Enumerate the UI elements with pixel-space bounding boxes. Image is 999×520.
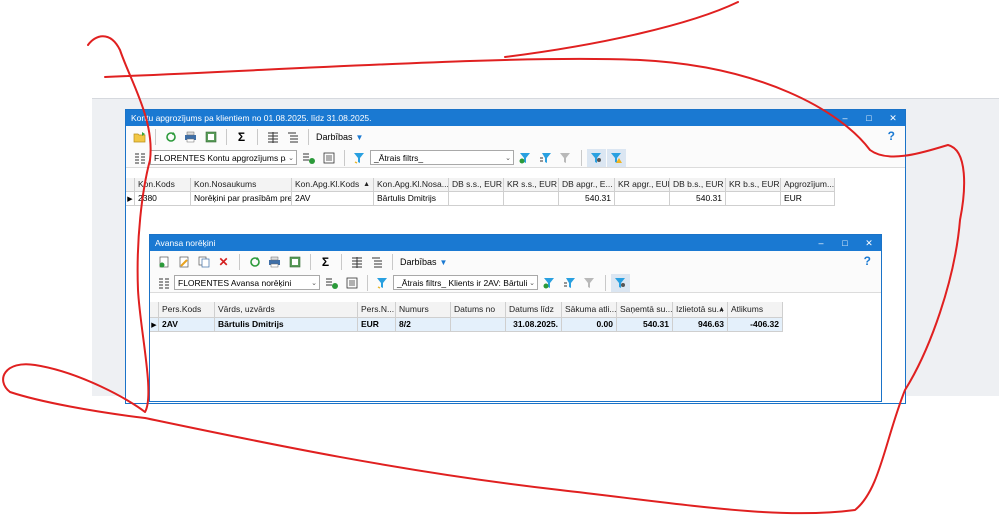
print-icon[interactable] <box>181 128 200 146</box>
open-folder-icon[interactable] <box>130 128 149 146</box>
minimize-icon[interactable]: – <box>833 110 857 126</box>
help-icon[interactable]: ? <box>864 254 871 268</box>
filter-bar: FLORENTES Avansa norēķini ⌄ _Ātrais filt… <box>150 273 881 293</box>
column-header[interactable]: DB apgr., E... <box>559 178 615 192</box>
quick-filter-select[interactable]: _Ātrais filtrs_ ⌄ <box>370 150 514 165</box>
toolbar: Σ Darbības ▼ ? <box>126 126 905 148</box>
actions-menu[interactable]: Darbības ▼ <box>316 132 363 142</box>
refresh-icon[interactable] <box>245 253 264 271</box>
export-icon[interactable] <box>285 253 304 271</box>
add-report-icon[interactable] <box>299 149 318 167</box>
turnover-grid: Kon.Kods Kon.Nosaukums Kon.Apg.Kl.Kods ▲ … <box>126 178 835 206</box>
row-pointer-icon: ▶ <box>150 318 159 332</box>
maximize-icon[interactable]: □ <box>857 110 881 126</box>
delete-icon[interactable]: ✕ <box>214 253 233 271</box>
list-settings-icon[interactable] <box>154 274 173 292</box>
add-record-icon[interactable] <box>154 253 173 271</box>
column-header[interactable]: Apgrozījum... <box>781 178 835 192</box>
clear-filter-icon[interactable] <box>580 274 599 292</box>
filter-settings-icon[interactable] <box>560 274 579 292</box>
sort-ascending-icon: ▲ <box>363 181 370 188</box>
close-icon[interactable]: ✕ <box>881 110 905 126</box>
add-report-icon[interactable] <box>322 274 341 292</box>
column-header[interactable]: KR s.s., EUR <box>504 178 559 192</box>
column-header[interactable]: Kon.Apg.Kl.Kods ▲ <box>292 178 374 192</box>
column-header[interactable]: Datums no <box>451 302 506 318</box>
grid-header: Kon.Kods Kon.Nosaukums Kon.Apg.Kl.Kods ▲ … <box>126 178 835 192</box>
column-header[interactable]: Kon.Apg.Kl.Nosa... <box>374 178 449 192</box>
column-header[interactable]: Izlietotā su... ▲ <box>673 302 728 318</box>
advance-grid: Pers.Kods Vārds, uzvārds Pers.N... Numur… <box>150 302 783 332</box>
report-select[interactable]: FLORENTES Avansa norēķini ⌄ <box>174 275 320 290</box>
column-header[interactable]: Sākuma atli... <box>562 302 617 318</box>
column-header[interactable]: Saņemtā su... <box>617 302 673 318</box>
title-bar[interactable]: Kontu apgrozījums pa klientiem no 01.08.… <box>126 110 905 126</box>
add-filter-icon[interactable] <box>516 149 535 167</box>
print-icon[interactable] <box>265 253 284 271</box>
column-header[interactable]: Kon.Kods <box>135 178 191 192</box>
actions-menu[interactable]: Darbības ▼ <box>400 257 447 267</box>
clear-filter-icon[interactable] <box>556 149 575 167</box>
column-header[interactable]: Kon.Nosaukums <box>191 178 292 192</box>
copy-record-icon[interactable] <box>194 253 213 271</box>
column-header[interactable]: Datums līdz <box>506 302 562 318</box>
column-header[interactable]: DB s.s., EUR <box>449 178 504 192</box>
sum-icon[interactable]: Σ <box>232 128 251 146</box>
chevron-down-icon: ▼ <box>355 132 364 142</box>
list-settings-icon[interactable] <box>130 149 149 167</box>
column-header[interactable]: Numurs <box>396 302 451 318</box>
maximize-icon[interactable]: □ <box>833 235 857 251</box>
chevron-down-icon: ▼ <box>439 257 448 267</box>
filter-icon[interactable] <box>350 149 369 167</box>
column-header[interactable]: Pers.Kods <box>159 302 215 318</box>
table-row[interactable]: ▶ 2AV Bārtulis Dmitrijs EUR 8/2 31.08.20… <box>150 318 783 332</box>
chevron-down-icon: ⌄ <box>286 151 296 164</box>
refresh-icon[interactable] <box>161 128 180 146</box>
add-filter-icon[interactable] <box>540 274 559 292</box>
column-header[interactable]: Atlikums <box>728 302 783 318</box>
columns-icon[interactable] <box>347 253 366 271</box>
filter-settings-icon[interactable] <box>536 149 555 167</box>
row-pointer-icon: ▶ <box>126 192 135 206</box>
report-list-icon[interactable] <box>342 274 361 292</box>
column-header[interactable]: KR b.s., EUR <box>726 178 781 192</box>
user-filter-icon[interactable] <box>611 273 630 292</box>
sort-ascending-icon: ▲ <box>718 306 725 313</box>
window-title: Avansa norēķini <box>155 238 216 248</box>
title-bar[interactable]: Avansa norēķini – □ ✕ <box>150 235 881 251</box>
minimize-icon[interactable]: – <box>809 235 833 251</box>
tree-icon[interactable] <box>367 253 386 271</box>
help-icon[interactable]: ? <box>888 129 895 143</box>
chevron-down-icon: ⌄ <box>503 151 513 164</box>
sum-icon[interactable]: Σ <box>316 253 335 271</box>
window-title: Kontu apgrozījums pa klientiem no 01.08.… <box>131 113 372 123</box>
user-filter-icon[interactable] <box>587 148 606 167</box>
columns-icon[interactable] <box>263 128 282 146</box>
column-header[interactable]: Pers.N... <box>358 302 396 318</box>
warning-filter-icon[interactable] <box>607 148 626 167</box>
chevron-down-icon: ⌄ <box>527 276 537 289</box>
column-header[interactable]: KR apgr., EUR <box>615 178 670 192</box>
column-header[interactable]: DB b.s., EUR <box>670 178 726 192</box>
edit-record-icon[interactable] <box>174 253 193 271</box>
chevron-down-icon: ⌄ <box>309 276 319 289</box>
report-select[interactable]: FLORENTES Kontu apgrozījums pa kl ⌄ <box>150 150 297 165</box>
close-icon[interactable]: ✕ <box>857 235 881 251</box>
advance-settlements-window: Avansa norēķini – □ ✕ ✕ Σ Darbības ▼ ? F… <box>149 234 882 402</box>
quick-filter-select[interactable]: _Ātrais filtrs_ Klients ir 2AV: Bārtulis… <box>393 275 538 290</box>
column-header[interactable]: Vārds, uzvārds <box>215 302 358 318</box>
tree-icon[interactable] <box>283 128 302 146</box>
export-icon[interactable] <box>201 128 220 146</box>
grid-header: Pers.Kods Vārds, uzvārds Pers.N... Numur… <box>150 302 783 318</box>
filter-icon[interactable] <box>373 274 392 292</box>
toolbar: ✕ Σ Darbības ▼ ? <box>150 251 881 273</box>
filter-bar: FLORENTES Kontu apgrozījums pa kl ⌄ _Ātr… <box>126 148 905 168</box>
table-row[interactable]: ▶ 2380 Norēķini par prasībām pre... 2AV … <box>126 192 835 206</box>
report-list-icon[interactable] <box>319 149 338 167</box>
